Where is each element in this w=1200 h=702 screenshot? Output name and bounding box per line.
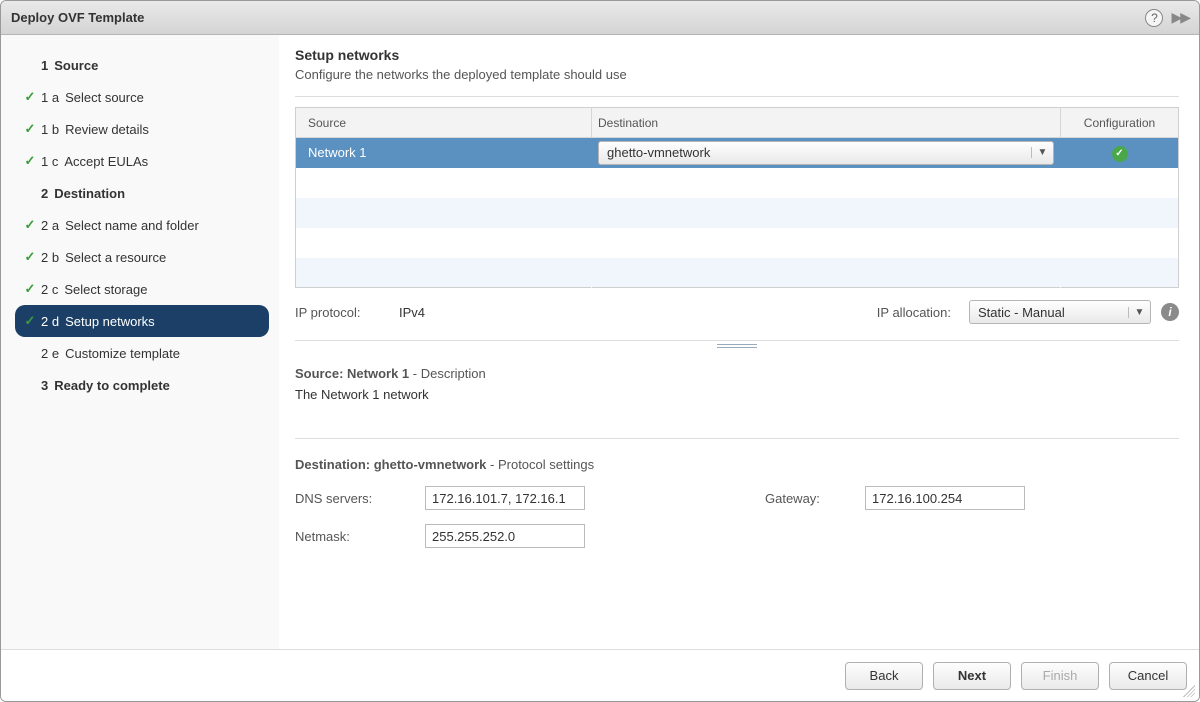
wizard-step[interactable]: 2Destination bbox=[15, 177, 269, 209]
help-icon[interactable]: ? bbox=[1145, 9, 1163, 27]
col-header-config[interactable]: Configuration bbox=[1061, 108, 1179, 138]
cell-destination: ghetto-vmnetwork ▼ bbox=[592, 138, 1061, 168]
ip-allocation-value: Static - Manual bbox=[970, 305, 1128, 320]
check-icon: ✓ bbox=[19, 153, 41, 169]
grip-icon bbox=[717, 344, 757, 348]
wizard-step-label: 1 bReview details bbox=[41, 122, 261, 137]
wizard-step-label: 1Source bbox=[41, 58, 261, 73]
wizard-sidebar: 1Source✓1 aSelect source✓1 bReview detai… bbox=[1, 35, 279, 649]
check-icon: ✓ bbox=[1112, 146, 1128, 162]
check-icon: ✓ bbox=[19, 281, 41, 297]
wizard-step[interactable]: ✓2 aSelect name and folder bbox=[15, 209, 269, 241]
cancel-button[interactable]: Cancel bbox=[1109, 662, 1187, 690]
dialog-body: 1Source✓1 aSelect source✓1 bReview detai… bbox=[1, 35, 1199, 649]
wizard-step-label: 2 aSelect name and folder bbox=[41, 218, 261, 233]
wizard-step-label: 1 cAccept EULAs bbox=[41, 154, 261, 169]
titlebar-icons: ? ▶▶ bbox=[1145, 9, 1189, 27]
titlebar: Deploy OVF Template ? ▶▶ bbox=[1, 1, 1199, 35]
netmask-field[interactable] bbox=[425, 524, 585, 548]
check-icon: ✓ bbox=[19, 121, 41, 137]
wizard-step-label: 2 dSetup networks bbox=[41, 314, 261, 329]
wizard-step[interactable]: ✓2 cSelect storage bbox=[15, 273, 269, 305]
cell-source: Network 1 bbox=[296, 138, 592, 168]
table-row[interactable] bbox=[296, 258, 1179, 288]
table-row[interactable] bbox=[296, 228, 1179, 258]
col-header-source[interactable]: Source bbox=[296, 108, 592, 138]
wizard-step-label: 2 bSelect a resource bbox=[41, 250, 261, 265]
netmask-label: Netmask: bbox=[295, 529, 425, 544]
table-row[interactable] bbox=[296, 198, 1179, 228]
wizard-step-label: 2 cSelect storage bbox=[41, 282, 261, 297]
ip-protocol-label: IP protocol: bbox=[295, 305, 399, 320]
separator bbox=[295, 438, 1179, 439]
check-icon: ✓ bbox=[19, 217, 41, 233]
chevron-down-icon: ▼ bbox=[1128, 307, 1150, 318]
wizard-step[interactable]: 3Ready to complete bbox=[15, 369, 269, 401]
window-title: Deploy OVF Template bbox=[11, 10, 1145, 25]
source-description: The Network 1 network bbox=[295, 387, 1179, 402]
dialog-window: Deploy OVF Template ? ▶▶ 1Source✓1 aSele… bbox=[0, 0, 1200, 702]
chevron-down-icon: ▼ bbox=[1031, 147, 1053, 158]
protocol-settings: DNS servers: Gateway: Netmask: bbox=[295, 486, 1179, 548]
page-title: Setup networks bbox=[295, 47, 1179, 63]
wizard-step[interactable]: ✓2 bSelect a resource bbox=[15, 241, 269, 273]
resize-grip-icon[interactable] bbox=[1183, 685, 1195, 697]
splitter[interactable] bbox=[295, 340, 1179, 350]
wizard-step-label: 2Destination bbox=[41, 186, 261, 201]
dns-label: DNS servers: bbox=[295, 491, 425, 506]
wizard-step[interactable]: 2 eCustomize template bbox=[15, 337, 269, 369]
gateway-field[interactable] bbox=[865, 486, 1025, 510]
back-button[interactable]: Back bbox=[845, 662, 923, 690]
expand-icon[interactable]: ▶▶ bbox=[1171, 9, 1189, 26]
wizard-step-label: 3Ready to complete bbox=[41, 378, 261, 393]
ip-allocation-select[interactable]: Static - Manual ▼ bbox=[969, 300, 1151, 324]
separator bbox=[295, 96, 1179, 97]
wizard-step-label: 1 aSelect source bbox=[41, 90, 261, 105]
wizard-step[interactable]: ✓1 aSelect source bbox=[15, 81, 269, 113]
wizard-step[interactable]: ✓1 cAccept EULAs bbox=[15, 145, 269, 177]
ip-row: IP protocol: IPv4 IP allocation: Static … bbox=[295, 300, 1179, 324]
ip-protocol-value: IPv4 bbox=[399, 305, 599, 320]
next-button[interactable]: Next bbox=[933, 662, 1011, 690]
page-subtitle: Configure the networks the deployed temp… bbox=[295, 67, 1179, 82]
wizard-step[interactable]: 1Source bbox=[15, 49, 269, 81]
dialog-footer: Back Next Finish Cancel bbox=[1, 649, 1199, 701]
ip-allocation-label: IP allocation: bbox=[877, 305, 951, 320]
table-row[interactable] bbox=[296, 168, 1179, 198]
destination-select-value: ghetto-vmnetwork bbox=[599, 145, 1031, 160]
main-panel: Setup networks Configure the networks th… bbox=[279, 35, 1199, 649]
destination-section-heading: Destination: ghetto-vmnetwork - Protocol… bbox=[295, 457, 1179, 472]
check-icon: ✓ bbox=[19, 89, 41, 105]
wizard-step[interactable]: ✓1 bReview details bbox=[15, 113, 269, 145]
destination-select[interactable]: ghetto-vmnetwork ▼ bbox=[598, 141, 1054, 165]
table-row[interactable]: Network 1 ghetto-vmnetwork ▼ ✓ bbox=[296, 138, 1179, 168]
check-icon: ✓ bbox=[19, 249, 41, 265]
cell-config: ✓ bbox=[1061, 138, 1179, 168]
source-section-heading: Source: Network 1 - Description bbox=[295, 366, 1179, 381]
dns-field[interactable] bbox=[425, 486, 585, 510]
wizard-step[interactable]: ✓2 dSetup networks bbox=[15, 305, 269, 337]
wizard-step-label: 2 eCustomize template bbox=[41, 346, 261, 361]
check-icon: ✓ bbox=[19, 313, 41, 329]
col-header-destination[interactable]: Destination bbox=[592, 108, 1061, 138]
finish-button[interactable]: Finish bbox=[1021, 662, 1099, 690]
network-table: Source Destination Configuration Network… bbox=[295, 107, 1179, 288]
info-icon[interactable]: i bbox=[1161, 303, 1179, 321]
gateway-label: Gateway: bbox=[765, 491, 865, 506]
